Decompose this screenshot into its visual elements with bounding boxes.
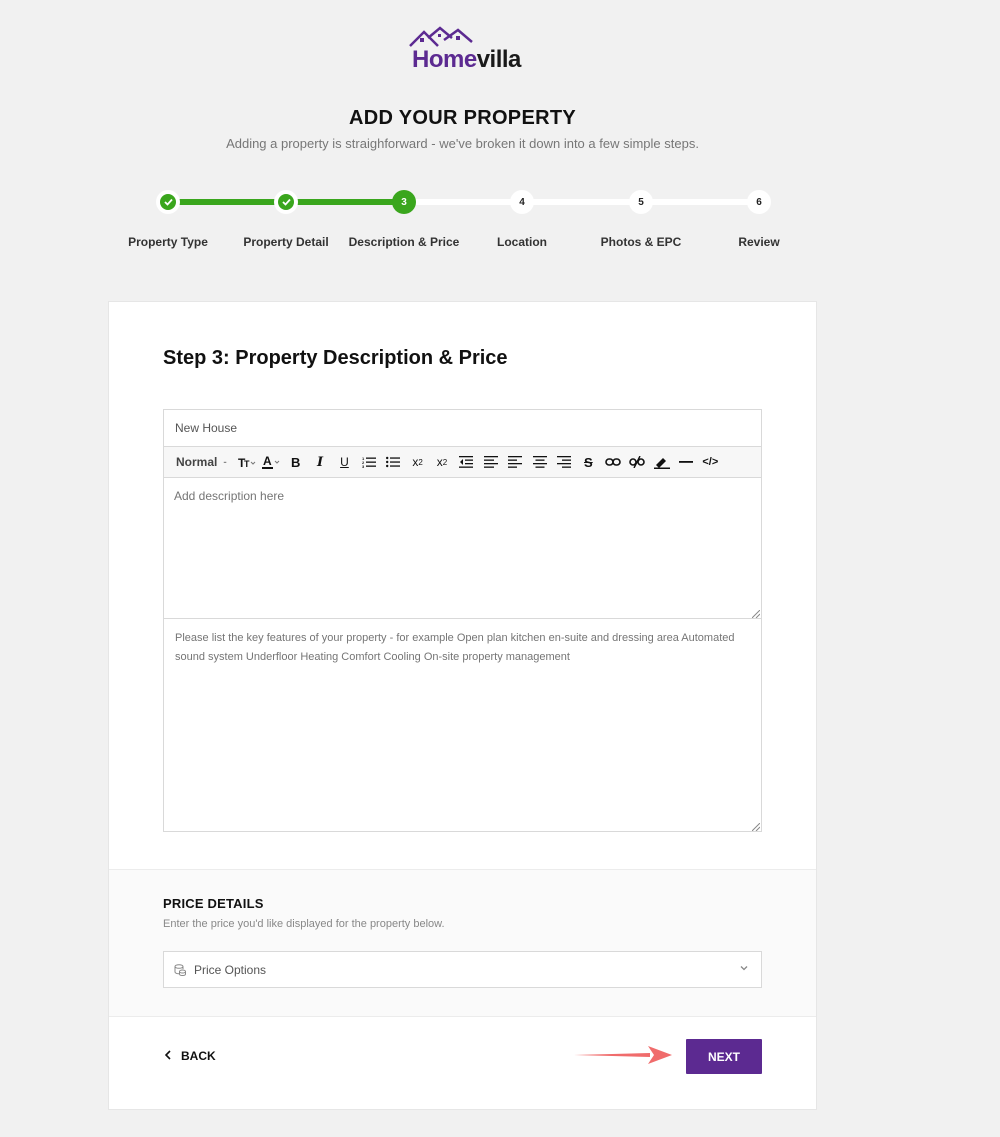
step-2-complete[interactable]	[274, 190, 298, 214]
format-label: Normal	[176, 455, 218, 469]
format-dropdown[interactable]: Normal -	[176, 455, 227, 469]
logo-villa-text: villa	[476, 46, 522, 73]
form-title: Step 3: Property Description & Price	[163, 347, 508, 369]
step-label-review: Review	[738, 235, 780, 249]
page-subtitle: Adding a property is straighforward - we…	[226, 136, 699, 151]
property-title-input[interactable]	[163, 409, 762, 446]
key-features-textarea[interactable]	[163, 618, 762, 832]
code-icon[interactable]: </>	[698, 451, 722, 473]
price-details-title: PRICE DETAILS	[163, 896, 264, 911]
align-center-icon[interactable]	[527, 451, 551, 473]
link-icon[interactable]	[601, 451, 625, 473]
price-options-select[interactable]: Price Options	[163, 951, 762, 988]
price-details-subtitle: Enter the price you'd like displayed for…	[163, 918, 445, 930]
chevron-down-icon	[740, 966, 748, 971]
step-3-current[interactable]: 3	[392, 190, 416, 214]
ordered-list-icon[interactable]: 123	[357, 451, 381, 473]
superscript-icon[interactable]: x2	[430, 451, 454, 473]
text-size-icon[interactable]: TT	[235, 451, 259, 473]
price-options-label: Price Options	[194, 962, 267, 977]
italic-icon[interactable]: I	[308, 451, 332, 473]
bold-icon[interactable]: B	[283, 451, 307, 473]
resize-grip-icon[interactable]	[752, 610, 760, 618]
step-1-complete[interactable]	[156, 190, 180, 214]
step-label-property-detail: Property Detail	[243, 235, 329, 249]
page-title: ADD YOUR PROPERTY	[349, 107, 576, 129]
align-right-icon[interactable]	[552, 451, 576, 473]
step-label-description-price: Description & Price	[348, 235, 460, 249]
step-4[interactable]: 4	[510, 190, 534, 214]
align-left-icon[interactable]	[503, 451, 527, 473]
unlink-icon[interactable]	[625, 451, 649, 473]
house-roof-icon	[409, 26, 473, 47]
underline-icon[interactable]: U	[332, 451, 356, 473]
description-textarea[interactable]	[163, 477, 762, 619]
step-label-property-type: Property Type	[128, 235, 208, 249]
logo-home-text: Home	[412, 46, 477, 73]
form-card: Step 3: Property Description & Price Nor…	[108, 301, 817, 1110]
next-button[interactable]: NEXT	[686, 1039, 762, 1074]
strikethrough-icon[interactable]: S	[576, 451, 600, 473]
dropdown-icon: -	[223, 456, 227, 468]
homevilla-logo[interactable]: Homevilla	[408, 26, 522, 73]
step-5[interactable]: 5	[629, 190, 653, 214]
svg-text:T: T	[244, 459, 250, 469]
check-icon	[281, 198, 291, 206]
chevron-left-icon	[164, 1050, 171, 1060]
font-color-icon[interactable]: A	[259, 451, 283, 473]
back-label: BACK	[181, 1049, 216, 1063]
outdent-icon[interactable]	[454, 451, 478, 473]
check-icon	[163, 198, 173, 206]
bullet-list-icon[interactable]	[381, 451, 405, 473]
step-label-photos-epc: Photos & EPC	[600, 235, 682, 249]
pointer-arrow-icon	[574, 1046, 672, 1064]
step-6[interactable]: 6	[747, 190, 771, 214]
svg-text:A: A	[263, 454, 272, 468]
progress-track	[404, 199, 759, 205]
coins-icon	[174, 963, 186, 976]
price-details-section: PRICE DETAILS Enter the price you'd like…	[109, 869, 816, 1017]
resize-grip-icon[interactable]	[752, 823, 760, 831]
svg-text:3: 3	[362, 464, 365, 468]
subscript-icon[interactable]: x2	[405, 451, 429, 473]
back-button[interactable]: BACK	[164, 1049, 216, 1063]
horizontal-rule-icon[interactable]	[674, 451, 698, 473]
step-label-location: Location	[497, 235, 547, 249]
editor-toolbar: Normal - TT A B I U 123 x2 x2 S </>	[163, 446, 762, 478]
indent-icon[interactable]	[479, 451, 503, 473]
highlighter-icon[interactable]	[649, 451, 673, 473]
